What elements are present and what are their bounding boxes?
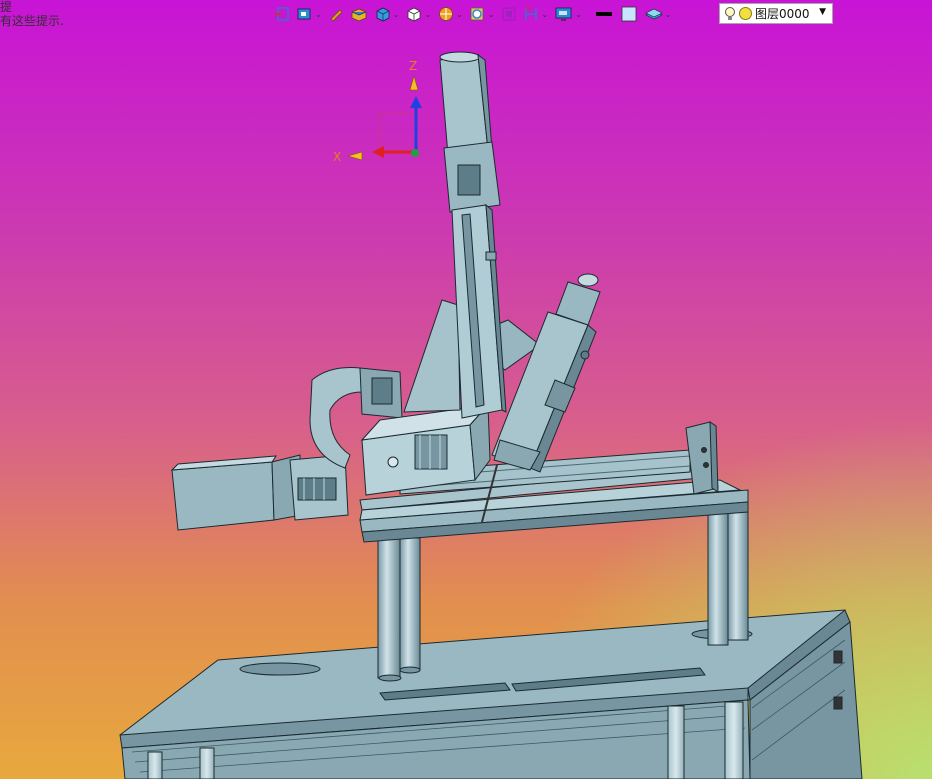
model-scene: Z X [119, 51, 863, 779]
axis-triad: Z X [333, 59, 422, 164]
x-axis-label: X [333, 150, 341, 164]
z-axis-label: Z [409, 59, 417, 73]
left-motor [170, 454, 349, 531]
base-frame [119, 609, 863, 779]
